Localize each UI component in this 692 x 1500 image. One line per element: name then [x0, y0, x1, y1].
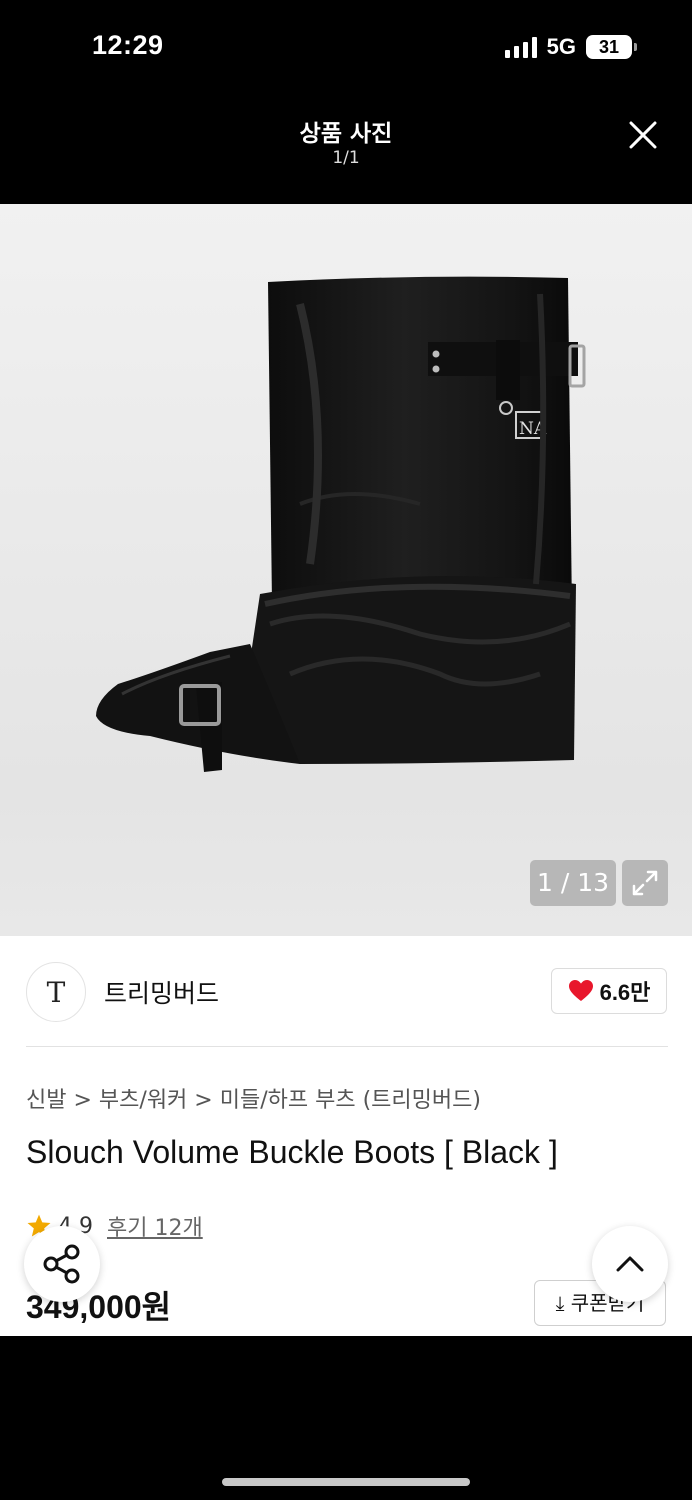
viewer-title: 상품 사진	[299, 121, 393, 147]
breadcrumb: 신발 > 부츠/워커 > 미들/하프 부츠 (트리밍버드)	[26, 1082, 481, 1114]
network-type: 5G	[546, 34, 576, 59]
expand-icon	[632, 870, 658, 896]
battery-icon: 31	[586, 35, 637, 59]
boot-image: NA	[96, 276, 586, 772]
scroll-top-button[interactable]	[592, 1226, 668, 1302]
close-icon	[629, 121, 657, 149]
signal-icon	[504, 36, 537, 58]
breadcrumb-separator: >	[73, 1088, 92, 1113]
bottom-area	[0, 1336, 692, 1500]
viewer-counter: 1/1	[332, 148, 360, 168]
viewer-header: 상품 사진 1/1	[0, 96, 692, 204]
product-photo[interactable]: NA 1 / 13	[0, 204, 692, 936]
share-button[interactable]	[24, 1226, 100, 1302]
like-button[interactable]: 6.6만	[551, 968, 667, 1014]
close-button[interactable]	[626, 118, 660, 152]
like-count: 6.6만	[599, 980, 651, 1005]
status-indicators: 5G 31	[504, 34, 637, 60]
status-bar: 12:29 5G 31	[0, 0, 692, 96]
breadcrumb-separator: >	[194, 1088, 213, 1113]
divider	[26, 1046, 668, 1047]
photo-counter: 1 / 13	[530, 860, 616, 906]
brand-name[interactable]: 트리밍버드	[104, 974, 219, 1010]
breadcrumb-item[interactable]: 신발	[26, 1088, 66, 1113]
breadcrumb-item[interactable]: 미들/하프 부츠 (트리밍버드)	[220, 1088, 481, 1113]
share-icon	[43, 1244, 80, 1284]
breadcrumb-item[interactable]: 부츠/워커	[99, 1088, 187, 1113]
status-time: 12:29	[92, 30, 164, 60]
brand-logo[interactable]: T	[26, 962, 86, 1022]
product-info: T 트리밍버드 6.6만 신발 > 부츠/워커 > 미들/하프 부츠 (트리밍버드) S…	[0, 936, 692, 1336]
heart-icon	[568, 980, 593, 1001]
chevron-up-icon	[616, 1256, 644, 1272]
review-link[interactable]: 후기 12개	[107, 1210, 203, 1242]
expand-button[interactable]	[622, 860, 668, 906]
product-title: Slouch Volume Buckle Boots [ Black ]	[26, 1134, 558, 1170]
home-indicator[interactable]	[222, 1478, 470, 1486]
